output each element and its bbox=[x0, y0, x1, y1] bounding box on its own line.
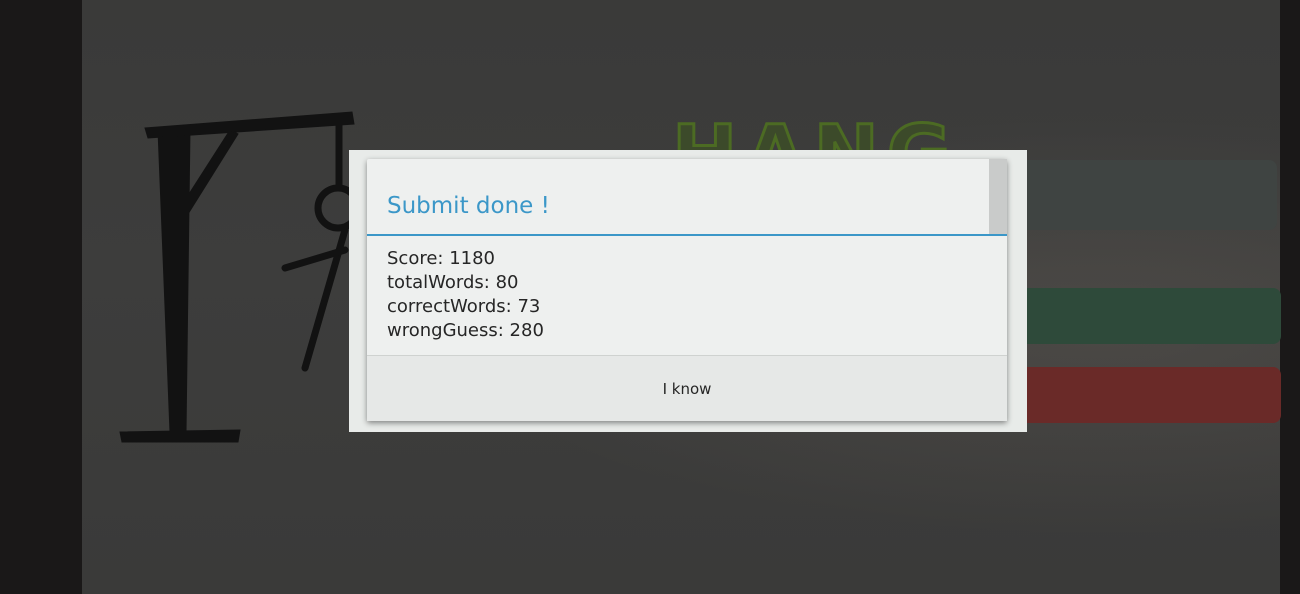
dialog-backdrop: Submit done ! Score: 1180 totalWords: 80… bbox=[349, 150, 1027, 432]
dialog-title: Submit done ! bbox=[387, 193, 550, 219]
device-frame: HANG Submit done ! Score: 1180 totalW bbox=[0, 0, 1300, 594]
dialog-title-scrollbar bbox=[989, 159, 1007, 234]
title-divider bbox=[367, 234, 1007, 236]
score-text: Score: 1180 bbox=[387, 248, 496, 269]
total-words-text: totalWords: 80 bbox=[387, 272, 519, 293]
submit-result-dialog: Submit done ! Score: 1180 totalWords: 80… bbox=[367, 159, 1007, 421]
wrong-guess-text: wrongGuess: 280 bbox=[387, 320, 544, 341]
correct-words-text: correctWords: 73 bbox=[387, 296, 541, 317]
i-know-button[interactable]: I know bbox=[367, 356, 1007, 421]
